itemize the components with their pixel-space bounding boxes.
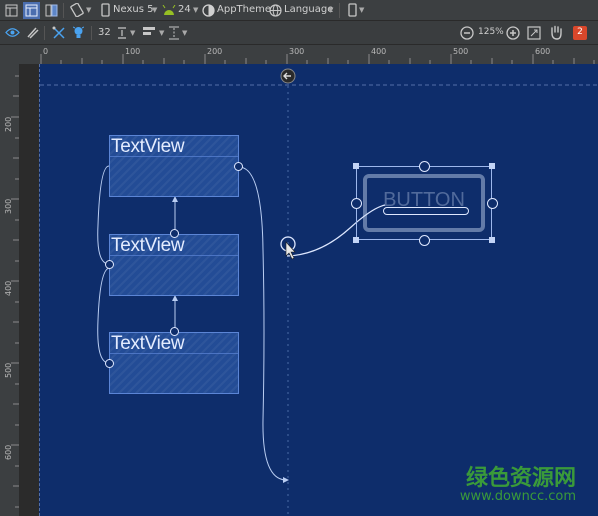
watermark-url: www.downcc.com <box>459 489 576 504</box>
top-anchor-handle[interactable] <box>170 229 179 238</box>
button-widget[interactable]: BUTTON <box>356 166 492 240</box>
resize-handle-top-right[interactable] <box>489 163 495 169</box>
textview-widget-2[interactable]: TextView <box>109 234 239 296</box>
resize-handle-top-left[interactable] <box>353 163 359 169</box>
watermark-title: 绿色资源网 <box>465 466 576 491</box>
left-anchor-handle[interactable] <box>105 260 114 269</box>
button-bottom-anchor[interactable] <box>419 235 430 246</box>
baseline-handle[interactable] <box>383 207 469 215</box>
constraint-overlay <box>40 68 598 516</box>
textview-widget-3[interactable]: TextView <box>109 332 239 394</box>
button-left-anchor[interactable] <box>351 198 362 209</box>
resize-handle-bottom-left[interactable] <box>353 237 359 243</box>
right-anchor-handle[interactable] <box>234 162 243 171</box>
button-right-anchor[interactable] <box>487 198 498 209</box>
left-constraint-path <box>97 267 110 364</box>
textview-label-3: TextView <box>111 333 185 354</box>
resize-handle-bottom-right[interactable] <box>489 237 495 243</box>
top-anchor-handle[interactable] <box>170 327 179 336</box>
button-top-anchor[interactable] <box>419 161 430 172</box>
left-anchor-handle[interactable] <box>105 359 114 368</box>
textview-label-1: TextView <box>111 136 185 157</box>
left-constraint-path <box>97 165 110 265</box>
textview-label-2: TextView <box>111 235 185 256</box>
right-constraint-path <box>238 166 286 481</box>
textview-widget-1[interactable]: TextView <box>109 135 239 197</box>
